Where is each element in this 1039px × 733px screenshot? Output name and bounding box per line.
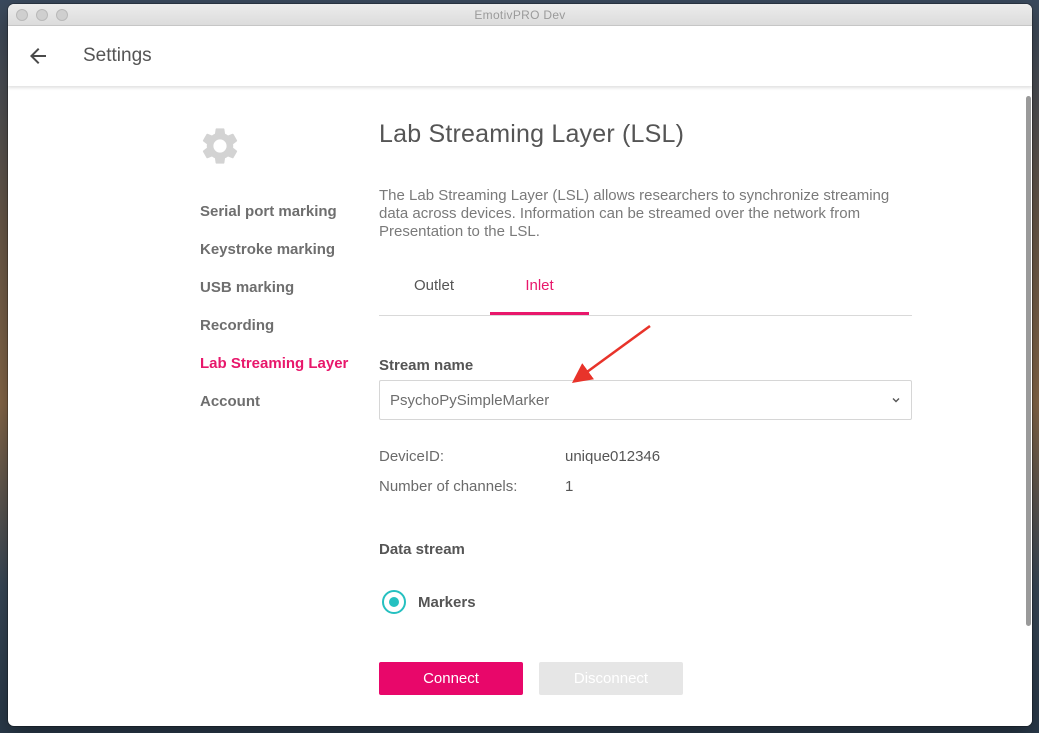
sidebar-item-usb-marking[interactable]: USB marking [200, 276, 348, 314]
chevron-down-icon [892, 398, 900, 403]
markers-radio[interactable] [382, 590, 406, 614]
sidebar-item-lab-streaming-layer[interactable]: Lab Streaming Layer [200, 352, 348, 390]
window-title: EmotivPRO Dev [474, 8, 566, 22]
connect-button[interactable]: Connect [379, 662, 523, 695]
section-title: Lab Streaming Layer (LSL) [379, 120, 685, 148]
section-description: The Lab Streaming Layer (LSL) allows res… [379, 187, 890, 240]
page-title-settings: Settings [83, 45, 152, 66]
arrow-left-icon [30, 48, 46, 64]
channels-label: Number of channels: [379, 478, 518, 495]
scrollbar-thumb[interactable] [1026, 96, 1031, 626]
sidebar-item-recording[interactable]: Recording [200, 314, 348, 352]
app-window: EmotivPRO Dev Settings Serial port marki… [8, 4, 1032, 726]
app-bar: Settings [8, 26, 1032, 86]
sidebar-item-serial-port-marking[interactable]: Serial port marking [200, 200, 348, 238]
stream-name-value: PsychoPySimpleMarker [390, 392, 550, 409]
lsl-settings-panel: Lab Streaming Layer (LSL) The Lab Stream… [379, 120, 912, 695]
channels-value: 1 [565, 478, 574, 495]
title-bar: EmotivPRO Dev [8, 4, 1032, 26]
device-id-value: unique012346 [565, 448, 661, 465]
markers-radio-label[interactable]: Markers [418, 594, 476, 611]
stream-name-select[interactable]: PsychoPySimpleMarker [379, 380, 912, 420]
back-button[interactable] [26, 44, 50, 68]
gear-icon [198, 124, 242, 168]
tab-inlet[interactable]: Inlet [490, 266, 589, 315]
data-stream-label: Data stream [379, 541, 465, 558]
stream-name-label: Stream name [379, 357, 474, 374]
disconnect-button: Disconnect [539, 662, 683, 695]
sidebar-item-account[interactable]: Account [200, 390, 348, 428]
lsl-tabs: Outlet Inlet [379, 266, 912, 316]
settings-sidebar: Serial port marking Keystroke marking US… [200, 200, 348, 428]
tab-outlet[interactable]: Outlet [379, 266, 489, 315]
device-id-label: DeviceID: [379, 448, 445, 465]
sidebar-item-keystroke-marking[interactable]: Keystroke marking [200, 238, 348, 276]
